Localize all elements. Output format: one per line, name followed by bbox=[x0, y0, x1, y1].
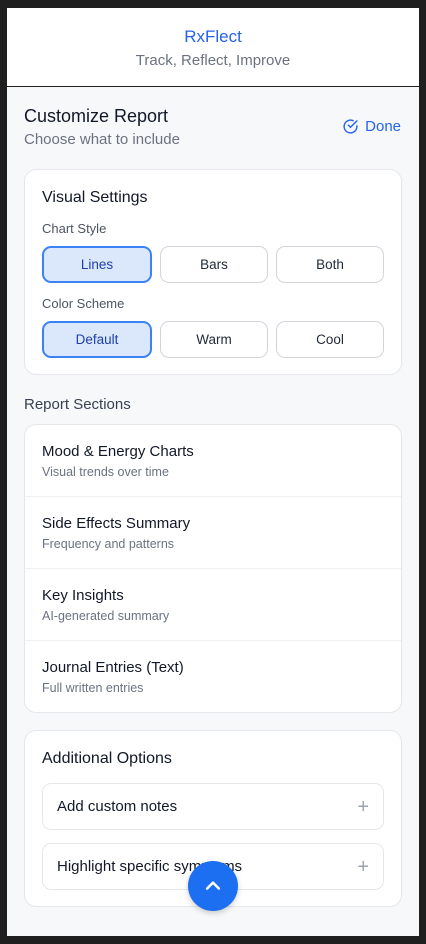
app-frame: RxFlect Track, Reflect, Improve Customiz… bbox=[7, 8, 419, 936]
chart-style-both-button[interactable]: Both bbox=[276, 246, 384, 283]
check-circle-icon bbox=[343, 119, 358, 134]
app-title: RxFlect bbox=[184, 27, 242, 46]
visual-settings-card: Visual Settings Chart Style Lines Bars B… bbox=[24, 169, 402, 375]
section-item-subtitle: Full written entries bbox=[42, 681, 144, 695]
page-subtitle: Choose what to include bbox=[24, 131, 180, 148]
plus-icon: + bbox=[357, 795, 369, 818]
section-item-subtitle: Frequency and patterns bbox=[42, 537, 175, 551]
section-item-mood-energy[interactable]: Mood & Energy Charts Visual trends over … bbox=[25, 425, 401, 497]
chart-style-bars-button[interactable]: Bars bbox=[160, 246, 268, 283]
color-scheme-label: Color Scheme bbox=[42, 296, 125, 311]
report-sections-label: Report Sections bbox=[24, 396, 131, 413]
chevron-up-icon bbox=[205, 881, 221, 890]
done-button[interactable]: Done bbox=[342, 118, 401, 135]
report-sections-card: Mood & Energy Charts Visual trends over … bbox=[24, 424, 402, 713]
customize-header: Customize Report Choose what to include … bbox=[24, 87, 402, 169]
color-scheme-options: Default Warm Cool bbox=[42, 321, 384, 358]
section-item-subtitle: Visual trends over time bbox=[42, 465, 169, 479]
chart-style-label: Chart Style bbox=[42, 221, 107, 236]
section-item-title: Journal Entries (Text) bbox=[42, 659, 184, 676]
done-label: Done bbox=[365, 118, 401, 135]
plus-icon: + bbox=[357, 855, 369, 878]
additional-options-title: Additional Options bbox=[42, 750, 172, 767]
section-item-journal-entries[interactable]: Journal Entries (Text) Full written entr… bbox=[25, 641, 401, 713]
app-header: RxFlect Track, Reflect, Improve bbox=[7, 8, 419, 87]
add-option-label: Add custom notes bbox=[57, 798, 178, 815]
section-item-key-insights[interactable]: Key Insights AI-generated summary bbox=[25, 569, 401, 641]
section-item-title: Mood & Energy Charts bbox=[42, 443, 194, 460]
section-item-title: Key Insights bbox=[42, 587, 124, 604]
color-scheme-default-button[interactable]: Default bbox=[42, 321, 152, 358]
color-scheme-cool-button[interactable]: Cool bbox=[276, 321, 384, 358]
color-scheme-warm-button[interactable]: Warm bbox=[160, 321, 268, 358]
visual-settings-title: Visual Settings bbox=[42, 189, 148, 206]
scroll-to-top-button[interactable] bbox=[188, 861, 238, 911]
section-item-side-effects[interactable]: Side Effects Summary Frequency and patte… bbox=[25, 497, 401, 569]
section-item-title: Side Effects Summary bbox=[42, 515, 191, 532]
chart-style-options: Lines Bars Both bbox=[42, 246, 384, 283]
page-title: Customize Report bbox=[24, 106, 169, 126]
app-tagline: Track, Reflect, Improve bbox=[135, 52, 291, 69]
section-item-subtitle: AI-generated summary bbox=[42, 609, 170, 623]
chart-style-lines-button[interactable]: Lines bbox=[42, 246, 152, 283]
add-custom-notes-button[interactable]: Add custom notes + bbox=[42, 783, 384, 830]
main-content: Customize Report Choose what to include … bbox=[7, 87, 419, 907]
